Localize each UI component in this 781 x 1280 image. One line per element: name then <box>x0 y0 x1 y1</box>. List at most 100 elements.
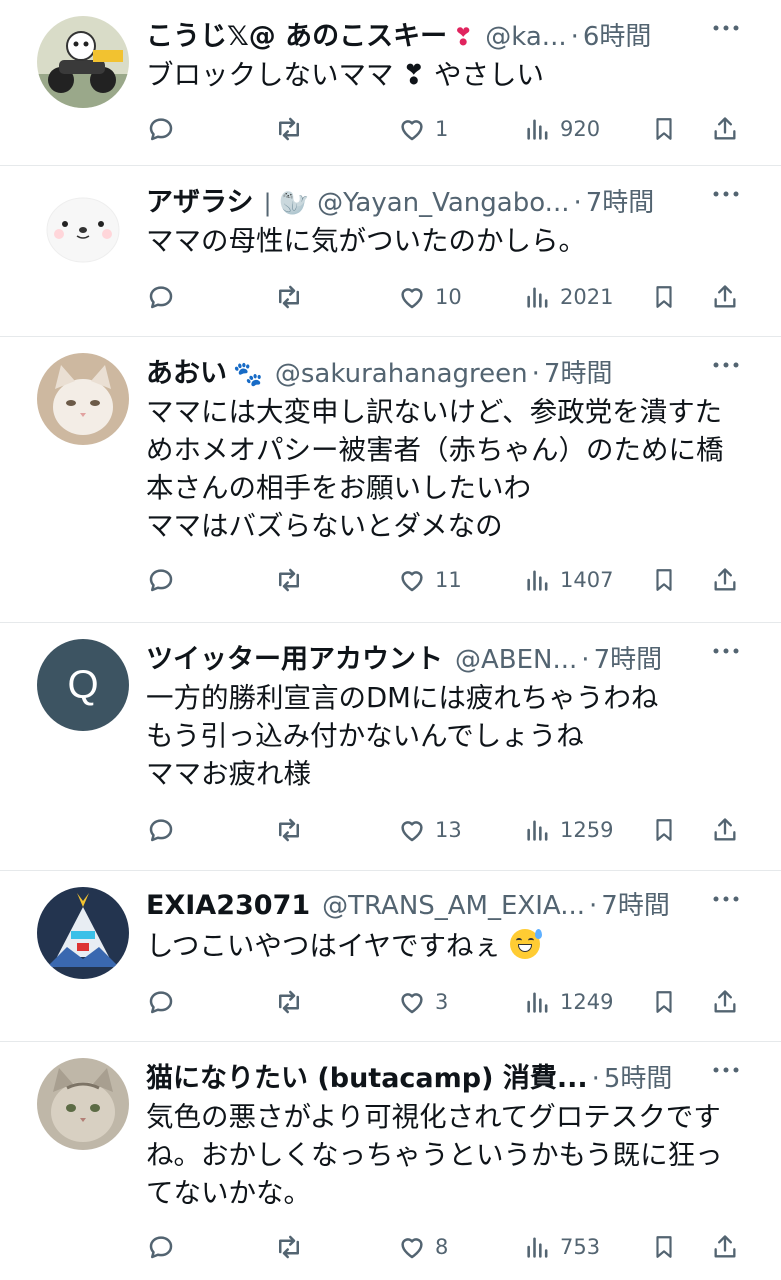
avatar-letter: Q <box>37 639 129 731</box>
tweet[interactable]: あおい 🐾 @sakurahanagreen · 7時間 ママには大変申し訳ない… <box>0 337 781 623</box>
reply-button[interactable] <box>146 114 176 144</box>
avatar[interactable] <box>37 16 129 108</box>
views-button[interactable]: 753 <box>524 1232 600 1262</box>
repost-button[interactable] <box>273 815 305 845</box>
like-button[interactable]: 3 <box>397 987 448 1017</box>
display-name[interactable]: 猫になりたい (butacamp) 消費... <box>146 1056 588 1095</box>
avatar[interactable] <box>37 353 129 445</box>
reply-button[interactable] <box>146 815 176 845</box>
user-handle[interactable]: @sakurahanagreen <box>275 359 528 389</box>
views-button[interactable]: 1259 <box>524 815 613 845</box>
timestamp[interactable]: 7時間 <box>586 182 655 219</box>
repost-button[interactable] <box>273 282 305 312</box>
timestamp[interactable]: 7時間 <box>544 353 613 390</box>
reply-icon <box>149 1236 173 1259</box>
bookmark-button[interactable] <box>651 1232 677 1262</box>
share-button[interactable] <box>711 114 739 144</box>
reply-icon <box>149 118 173 141</box>
like-button[interactable]: 13 <box>397 815 462 845</box>
action-bar: 11 1407 <box>146 559 745 621</box>
bookmark-button[interactable] <box>651 987 677 1017</box>
tweet-text: ママには大変申し訳ないけど、参政党を潰すためホメオパシー被害者（赤ちゃん）のため… <box>146 396 724 542</box>
share-button[interactable] <box>711 987 739 1017</box>
reply-button[interactable] <box>146 282 176 312</box>
tweet-text: ブロックしないママ ❣ やさしい <box>146 59 545 91</box>
repost-button[interactable] <box>273 114 305 144</box>
tweet[interactable]: こうじ𝕏@ あのこスキー ❣ @ka... · 6時間 ブロックしないママ ❣ … <box>0 0 781 166</box>
views-button[interactable]: 1407 <box>524 565 613 595</box>
timestamp[interactable]: 6時間 <box>583 16 652 53</box>
tweet[interactable]: 猫になりたい (butacamp) 消費... · 5時間 気色の悪さがより可視… <box>0 1042 781 1280</box>
repost-button[interactable] <box>273 1232 305 1262</box>
reply-button[interactable] <box>146 987 176 1017</box>
tweet-text: 気色の悪さがより可視化されてグロテスクですね。おかしくなっちゃうというかもう既に… <box>146 1101 723 1209</box>
repost-icon <box>279 990 299 1014</box>
action-bar: 8 753 <box>146 1226 745 1280</box>
view-count: 753 <box>560 1235 601 1259</box>
like-button[interactable]: 11 <box>397 565 462 595</box>
more-options-icon[interactable] <box>711 641 741 661</box>
tweet[interactable]: Q ツイッター用アカウント @ABEN... · 7時間 一方的勝利宣言のDMに… <box>0 623 781 871</box>
views-button[interactable]: 920 <box>524 114 600 144</box>
repost-icon <box>279 1235 299 1259</box>
tweet[interactable]: アザラシ | 🦭 @Yayan_Vangabo... · 7時間 ママの母性に気… <box>0 166 781 337</box>
share-button[interactable] <box>711 565 739 595</box>
more-options-icon[interactable] <box>711 355 741 375</box>
like-count: 1 <box>435 117 449 141</box>
user-handle[interactable]: @TRANS_AM_EXIA... <box>322 891 585 921</box>
bookmark-icon <box>656 819 672 841</box>
share-icon <box>714 818 736 841</box>
views-button[interactable]: 1249 <box>524 987 613 1017</box>
reply-icon <box>149 819 173 842</box>
analytics-bars-icon <box>527 820 548 841</box>
user-handle[interactable]: @Yayan_Vangabo... <box>317 188 569 218</box>
reply-button[interactable] <box>146 1232 176 1262</box>
reply-button[interactable] <box>146 565 176 595</box>
bookmark-button[interactable] <box>651 815 677 845</box>
paw-prints-icon: 🐾 <box>233 360 263 388</box>
analytics-bars-icon <box>527 992 548 1013</box>
display-name[interactable]: あおい <box>146 351 227 390</box>
display-name[interactable]: アザラシ <box>146 180 253 219</box>
timestamp[interactable]: 5時間 <box>604 1058 673 1095</box>
timestamp[interactable]: 7時間 <box>601 885 670 922</box>
tweet[interactable]: EXIA23071 @TRANS_AM_EXIA... · 7時間 しつこいやつ… <box>0 871 781 1042</box>
share-button[interactable] <box>711 815 739 845</box>
avatar[interactable] <box>37 1058 129 1150</box>
repost-button[interactable] <box>273 987 305 1017</box>
timestamp[interactable]: 7時間 <box>594 639 663 676</box>
bookmark-button[interactable] <box>651 114 677 144</box>
share-button[interactable] <box>711 282 739 312</box>
heart-icon <box>401 1238 423 1259</box>
avatar[interactable]: Q <box>37 639 129 731</box>
action-bar: 10 2021 <box>146 276 745 338</box>
like-button[interactable]: 10 <box>397 282 462 312</box>
repost-icon <box>279 568 299 592</box>
avatar[interactable] <box>37 887 129 979</box>
user-handle[interactable]: @ka... <box>485 22 566 52</box>
bookmark-icon <box>656 991 672 1013</box>
display-name[interactable]: こうじ𝕏@ あのこスキー <box>146 14 447 53</box>
more-options-icon[interactable] <box>711 18 741 38</box>
share-icon <box>714 990 736 1013</box>
tweet-text: しつこいやつはイヤですねぇ <box>146 927 745 965</box>
like-button[interactable]: 1 <box>397 114 448 144</box>
separator-dot: · <box>531 359 540 389</box>
display-name[interactable]: EXIA23071 <box>146 890 310 921</box>
more-options-icon[interactable] <box>711 1060 741 1080</box>
views-button[interactable]: 2021 <box>524 282 613 312</box>
share-button[interactable] <box>711 1232 739 1262</box>
view-count: 1259 <box>560 818 614 842</box>
avatar[interactable] <box>37 182 129 274</box>
bookmark-button[interactable] <box>651 565 677 595</box>
display-name[interactable]: ツイッター用アカウント <box>146 637 443 676</box>
user-handle[interactable]: @ABEN... <box>455 645 577 675</box>
repost-button[interactable] <box>273 565 305 595</box>
heart-icon <box>401 120 423 141</box>
reply-feed: こうじ𝕏@ あのこスキー ❣ @ka... · 6時間 ブロックしないママ ❣ … <box>0 0 781 1280</box>
more-options-icon[interactable] <box>711 184 741 204</box>
more-options-icon[interactable] <box>711 889 741 909</box>
bookmark-button[interactable] <box>651 282 677 312</box>
separator-dot: · <box>589 891 598 921</box>
like-button[interactable]: 8 <box>397 1232 448 1262</box>
